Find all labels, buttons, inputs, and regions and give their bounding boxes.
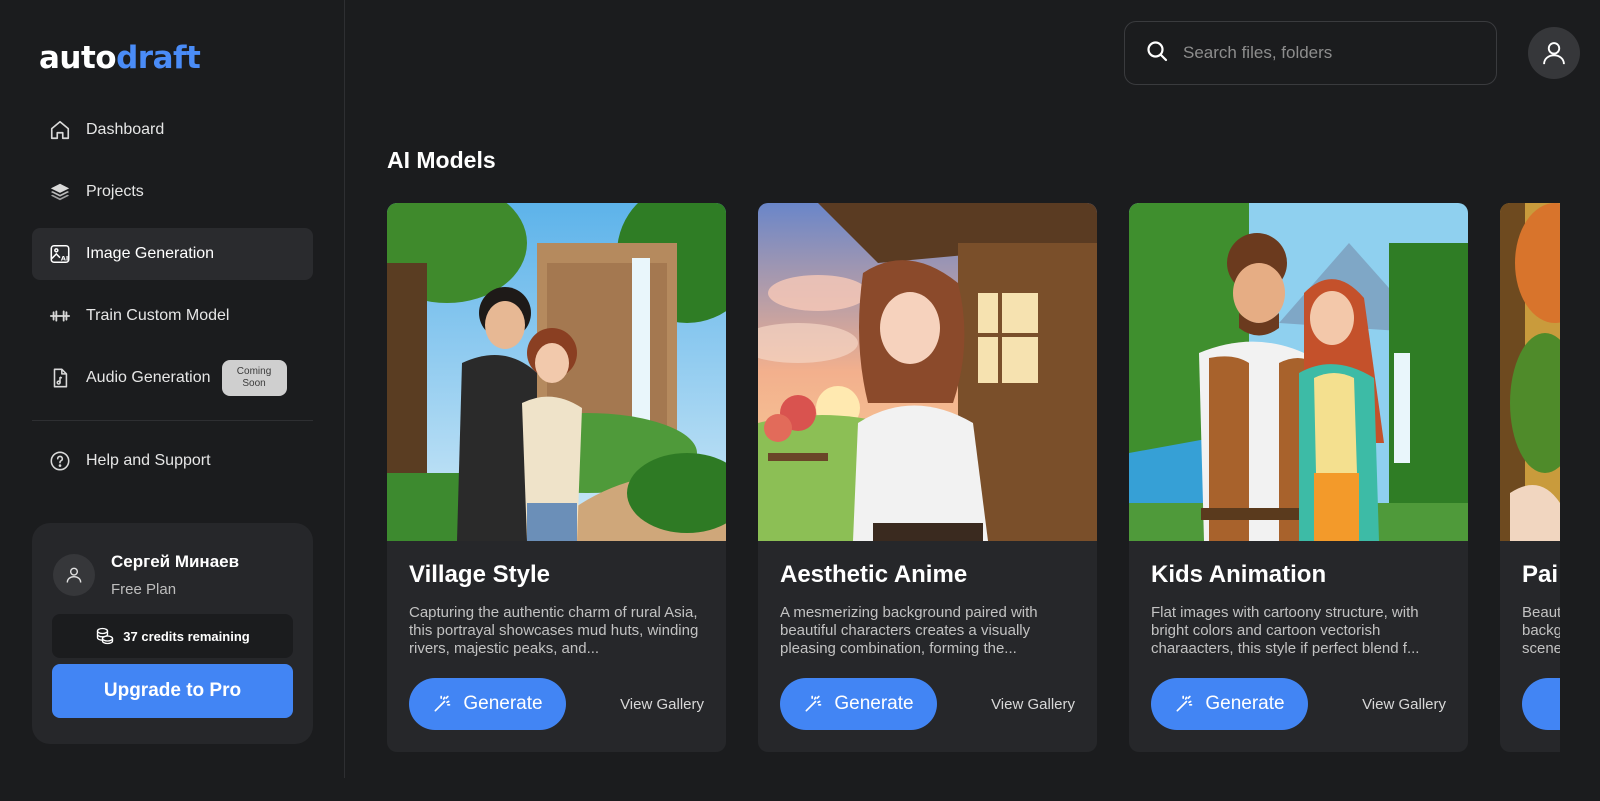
sidebar-divider	[32, 420, 313, 421]
generate-button[interactable]	[1522, 678, 1560, 730]
app-logo[interactable]: autodraft	[39, 38, 201, 78]
sidebar-item-dashboard[interactable]: Dashboard	[32, 104, 313, 156]
model-cards-carousel[interactable]: Village Style Capturing the authentic ch…	[387, 203, 1560, 753]
model-card-kids-animation[interactable]: Kids Animation Flat images with cartoony…	[1129, 203, 1468, 752]
model-card-title: Pai	[1522, 561, 1559, 588]
sidebar-item-label: Audio Generation	[86, 369, 211, 386]
model-preview-image	[387, 203, 726, 541]
page-title: AI Models	[387, 147, 496, 173]
search-icon	[1145, 39, 1169, 68]
sidebar-item-label: Image Generation	[86, 245, 215, 262]
view-gallery-link[interactable]: View Gallery	[620, 696, 704, 713]
user-plan: Free Plan	[111, 581, 177, 598]
sidebar-item-audio-generation[interactable]: Audio Generation Coming Soon	[32, 352, 313, 404]
model-card-description: Capturing the authentic charm of rural A…	[409, 604, 699, 657]
dumbbell-icon	[49, 305, 71, 327]
coins-icon	[95, 626, 115, 646]
coming-soon-badge: Coming Soon	[221, 360, 287, 396]
magic-wand-icon	[1174, 694, 1194, 714]
magic-wand-icon	[432, 694, 452, 714]
magic-wand-icon	[803, 694, 823, 714]
logo-part-draft: draft	[116, 40, 201, 76]
user-icon	[66, 567, 82, 583]
ai-image-icon: AI	[49, 243, 71, 265]
sidebar: autodraft Dashboard Projects AI Image Ge…	[0, 0, 345, 778]
model-card-title: Village Style	[409, 561, 550, 588]
sidebar-nav: Dashboard Projects AI Image Generation T…	[32, 104, 313, 497]
generate-button-label: Generate	[834, 693, 914, 714]
model-card-title: Aesthetic Anime	[780, 561, 968, 588]
sidebar-item-train-custom-model[interactable]: Train Custom Model	[32, 290, 313, 342]
music-file-icon	[49, 367, 71, 389]
sidebar-item-label: Help and Support	[86, 452, 211, 469]
generate-button-label: Generate	[1205, 693, 1285, 714]
model-card-description: Beaut backg scene	[1522, 604, 1560, 657]
layers-icon	[49, 181, 71, 203]
model-preview-image	[1500, 203, 1560, 541]
user-card: Сергей Минаев Free Plan 37 credits remai…	[32, 523, 313, 744]
user-name: Сергей Минаев	[111, 552, 240, 571]
model-preview-image	[1129, 203, 1468, 541]
credits-text: 37 credits remaining	[123, 628, 250, 644]
sidebar-item-help[interactable]: Help and Support	[32, 435, 313, 487]
profile-button[interactable]	[1528, 27, 1580, 79]
sidebar-item-label: Dashboard	[86, 121, 165, 138]
help-circle-icon	[49, 450, 71, 472]
generate-button[interactable]: Generate	[780, 678, 937, 730]
view-gallery-link[interactable]: View Gallery	[1362, 696, 1446, 713]
model-preview-image	[758, 203, 1097, 541]
generate-button[interactable]: Generate	[1151, 678, 1308, 730]
model-card-title: Kids Animation	[1151, 561, 1327, 588]
logo-part-auto: auto	[39, 40, 117, 76]
sidebar-item-label: Train Custom Model	[86, 307, 230, 324]
model-card-description: A mesmerizing background paired with bea…	[780, 604, 1038, 657]
model-card-description: Flat images with cartoony structure, wit…	[1151, 604, 1420, 657]
search-bar[interactable]	[1124, 21, 1497, 85]
search-input[interactable]	[1183, 43, 1483, 63]
sidebar-item-projects[interactable]: Projects	[32, 166, 313, 218]
model-card-village-style[interactable]: Village Style Capturing the authentic ch…	[387, 203, 726, 752]
svg-text:AI: AI	[61, 254, 68, 262]
model-card-aesthetic-anime[interactable]: Aesthetic Anime A mesmerizing background…	[758, 203, 1097, 752]
generate-button-label: Generate	[463, 693, 543, 714]
sidebar-item-label: Projects	[86, 183, 144, 200]
credits-remaining: 37 credits remaining	[52, 614, 293, 658]
view-gallery-link[interactable]: View Gallery	[991, 696, 1075, 713]
generate-button[interactable]: Generate	[409, 678, 566, 730]
upgrade-button[interactable]: Upgrade to Pro	[52, 664, 293, 718]
sidebar-item-image-generation[interactable]: AI Image Generation	[32, 228, 313, 280]
model-card-partial[interactable]: Pai Beaut backg scene	[1500, 203, 1560, 752]
user-icon	[1543, 42, 1565, 65]
home-icon	[49, 119, 71, 141]
avatar[interactable]	[53, 554, 95, 596]
